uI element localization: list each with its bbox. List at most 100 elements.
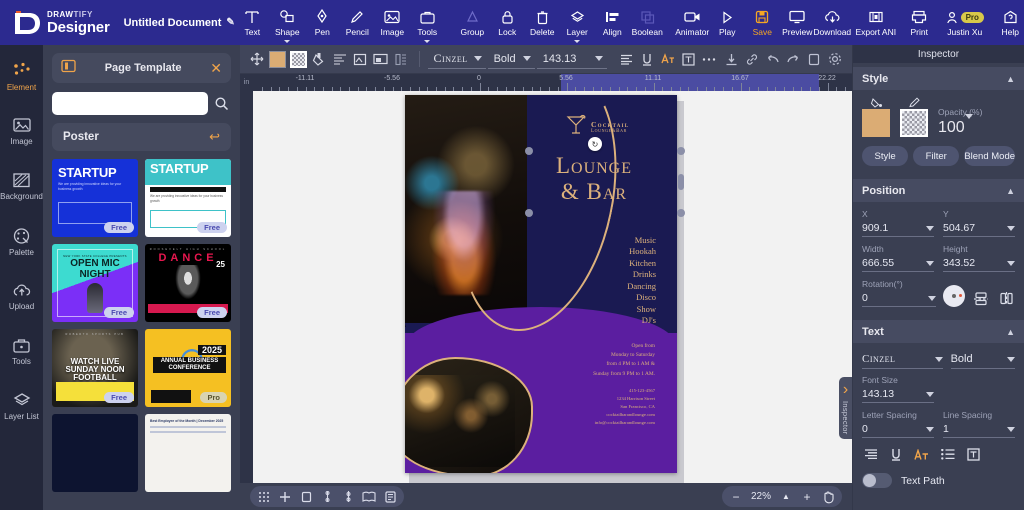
- align-left-icon[interactable]: [617, 47, 636, 71]
- fill-color-swatch[interactable]: [269, 47, 288, 71]
- font-size-select[interactable]: 143.13: [537, 49, 607, 69]
- style-button[interactable]: Style: [862, 146, 908, 166]
- template-category-row[interactable]: Poster ↩: [52, 123, 231, 151]
- align-right-icon[interactable]: [864, 448, 878, 461]
- inspector-section-style-header[interactable]: Style ▲: [853, 67, 1024, 90]
- text-path-toggle[interactable]: [862, 473, 892, 488]
- stroke-color-swatch[interactable]: [289, 47, 308, 71]
- vertical-ruler[interactable]: [240, 91, 253, 483]
- template-card-startup-teal[interactable]: STARTUP We are providing innovative idea…: [145, 159, 231, 237]
- caret-up-icon[interactable]: ▲: [777, 488, 795, 506]
- link-icon[interactable]: [743, 47, 762, 71]
- hand-icon[interactable]: [819, 488, 837, 506]
- template-card-employee-month[interactable]: Best Employee of the Month | December 20…: [145, 414, 231, 492]
- tool-image[interactable]: Image: [375, 0, 410, 45]
- paint-bucket-icon[interactable]: [310, 47, 329, 71]
- template-card-conference[interactable]: 2025 ANNUAL BUSINESS CONFERENCE Pro: [145, 329, 231, 407]
- rotation-dial-icon[interactable]: [943, 285, 965, 307]
- rotation-input[interactable]: 0: [862, 290, 936, 307]
- sidebar-item-element[interactable]: Element: [0, 49, 43, 104]
- more-icon[interactable]: [700, 47, 719, 71]
- list-icon[interactable]: [330, 47, 349, 71]
- flip-horizontal-icon[interactable]: [997, 289, 1015, 307]
- sidebar-item-upload[interactable]: Upload: [0, 269, 43, 324]
- page-list-icon[interactable]: [380, 487, 400, 507]
- effect-icon[interactable]: [351, 47, 370, 71]
- horizontal-ruler[interactable]: -11.11 -5.56 0 5.56 11.11 16.67 22.22 27…: [253, 74, 852, 91]
- tool-pen[interactable]: Pen: [305, 0, 340, 45]
- filter-button[interactable]: Filter: [913, 146, 959, 166]
- inspector-font-family-select[interactable]: Cinzel: [862, 350, 943, 369]
- add-page-icon[interactable]: [275, 487, 295, 507]
- inspector-font-weight-select[interactable]: Bold: [951, 350, 1015, 369]
- underline-icon[interactable]: [638, 47, 657, 71]
- poster-artboard[interactable]: Cocktail Lounge&Bar Lounge & Bar Music H…: [405, 95, 677, 473]
- duplicate-page-icon[interactable]: [296, 487, 316, 507]
- tool-shape[interactable]: Shape: [270, 0, 305, 45]
- tool-align[interactable]: Align: [595, 0, 630, 45]
- poster-hours[interactable]: Open from Monday to Saturday from 4 PM t…: [525, 342, 655, 379]
- ruler-unit-label[interactable]: in: [240, 74, 253, 91]
- app-logo[interactable]: DRAWTIFY Designer: [0, 9, 110, 37]
- template-card-startup-blue[interactable]: STARTUP We are providing innovative idea…: [52, 159, 138, 237]
- tool-delete[interactable]: Delete: [525, 0, 560, 45]
- zoom-out-button[interactable]: −: [727, 488, 745, 506]
- font-weight-select[interactable]: Bold: [488, 49, 535, 69]
- tool-lock[interactable]: Lock: [490, 0, 525, 45]
- underline-icon[interactable]: [890, 448, 902, 461]
- sidebar-item-layer-list[interactable]: Layer List: [0, 379, 43, 434]
- tool-pencil[interactable]: Pencil: [340, 0, 375, 45]
- tool-text[interactable]: Text: [235, 0, 270, 45]
- stroke-swatch-group[interactable]: [900, 97, 928, 137]
- copy-icon[interactable]: [805, 47, 824, 71]
- tool-boolean[interactable]: Boolean: [630, 0, 665, 45]
- guide-h-icon[interactable]: [338, 487, 358, 507]
- inspector-section-position-header[interactable]: Position ▲: [853, 179, 1024, 202]
- settings-icon[interactable]: [825, 47, 844, 71]
- stroke-color-swatch[interactable]: [900, 109, 928, 137]
- sidebar-item-palette[interactable]: Palette: [0, 214, 43, 269]
- tool-save[interactable]: Save: [745, 0, 780, 45]
- sidebar-item-background[interactable]: Background: [0, 159, 43, 214]
- template-card-dance[interactable]: ROOSEVELT HIGH SCHOOL DANCE 25 Free: [145, 244, 231, 322]
- edit-title-pencil-icon[interactable]: ✎: [226, 17, 234, 28]
- text-frame-icon[interactable]: [967, 448, 980, 461]
- text-case-icon[interactable]: [914, 448, 929, 461]
- zoom-in-button[interactable]: +: [798, 488, 816, 506]
- font-family-select[interactable]: Cinzel: [428, 49, 486, 69]
- move-icon[interactable]: [248, 47, 267, 71]
- frame-icon[interactable]: [372, 47, 391, 71]
- sidebar-item-tools[interactable]: Tools: [0, 324, 43, 379]
- back-arrow-icon[interactable]: ↩: [209, 129, 220, 145]
- columns-icon[interactable]: [392, 47, 411, 71]
- tool-group[interactable]: Group: [455, 0, 490, 45]
- search-input[interactable]: [52, 92, 208, 115]
- template-card-cocktail-dark[interactable]: [52, 414, 138, 492]
- letter-spacing-input[interactable]: 0: [862, 421, 934, 438]
- poster-heading[interactable]: Lounge & Bar: [519, 153, 669, 205]
- document-title[interactable]: Untitled Document ✎: [124, 17, 235, 29]
- close-icon[interactable]: ✕: [210, 60, 222, 77]
- height-input[interactable]: 343.52: [943, 255, 1015, 272]
- text-box-icon[interactable]: [679, 47, 698, 71]
- tool-preview[interactable]: Preview: [780, 0, 815, 45]
- tool-tools[interactable]: Tools: [410, 0, 445, 45]
- sidebar-item-image[interactable]: Image: [0, 104, 43, 159]
- tool-animator[interactable]: Animator: [675, 0, 710, 45]
- tool-layer[interactable]: Layer: [560, 0, 595, 45]
- font-size-input[interactable]: 143.13: [862, 386, 934, 403]
- blend-mode-button[interactable]: Blend Mode: [964, 146, 1015, 166]
- rotate-icon[interactable]: ↻: [588, 137, 602, 151]
- search-icon[interactable]: [212, 92, 231, 115]
- canvas-stage[interactable]: Cocktail Lounge&Bar Lounge & Bar Music H…: [253, 91, 852, 483]
- tool-export-ani[interactable]: Export ANI: [850, 0, 902, 45]
- poster-contact[interactable]: 415-123-4567 1234 Harrison Street San Fr…: [525, 387, 655, 427]
- flip-vertical-icon[interactable]: [972, 289, 990, 307]
- width-input[interactable]: 666.55: [862, 255, 934, 272]
- line-spacing-input[interactable]: 1: [943, 421, 1015, 438]
- poster-menu-list[interactable]: Music Hookah Kitchen Drinks Dancing Disc…: [627, 235, 656, 327]
- position-y-input[interactable]: 504.67: [943, 220, 1015, 237]
- undo-icon[interactable]: [764, 47, 783, 71]
- inspector-section-text-header[interactable]: Text ▲: [853, 320, 1024, 343]
- redo-icon[interactable]: [784, 47, 803, 71]
